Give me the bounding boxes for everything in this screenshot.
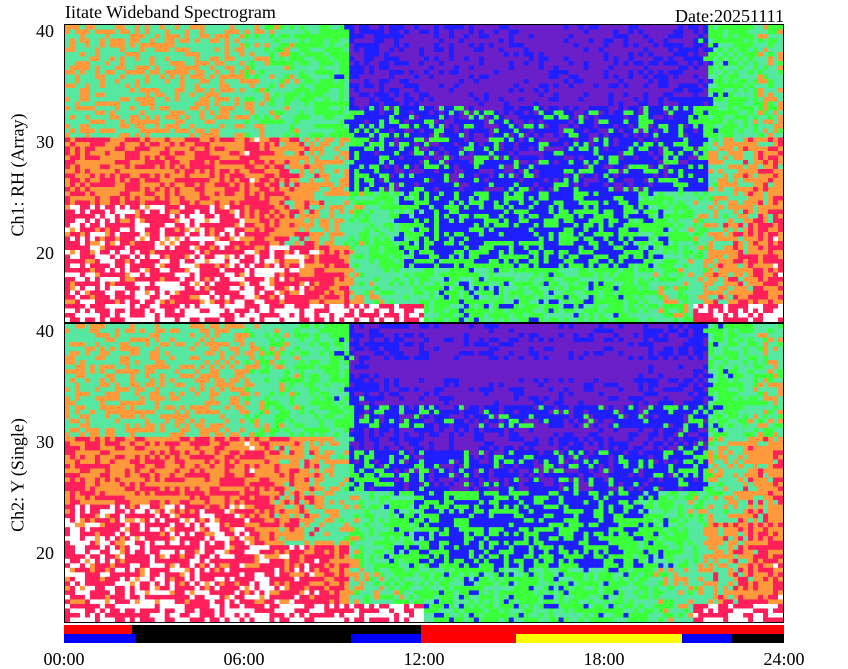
ch2-ytick-40: 40	[36, 321, 54, 341]
status-bar-bottom-segment-2	[350, 634, 421, 643]
spectrogram-ch2-svg	[65, 324, 783, 622]
status-bar-bottom-segment-4	[515, 634, 682, 643]
status-bar-bottom-segment-5	[682, 634, 732, 643]
ch1-ytick-40: 40	[36, 21, 54, 41]
xtick-1800: 18:00	[583, 649, 625, 669]
ch1-ytick-30: 30	[36, 132, 54, 152]
xtick-0600: 06:00	[223, 649, 265, 669]
status-bar-bottom-segment-1	[136, 634, 351, 643]
xtick-0000: 00:00	[43, 649, 85, 669]
status-bars	[64, 623, 784, 645]
ch2-ytick-20: 20	[36, 543, 54, 563]
chart-title: Iitate Wideband Spectrogram	[65, 2, 276, 22]
ch1-ytick-20: 20	[36, 243, 54, 263]
date-label: Date:20251111	[675, 6, 784, 26]
ch2-ytick-30: 30	[36, 432, 54, 452]
status-bar-bottom-segment-0	[64, 634, 136, 643]
spectrogram-ch1-svg	[65, 25, 783, 322]
status-bar-bottom-segment-6	[731, 634, 784, 643]
xtick-2400: 24:00	[763, 649, 805, 669]
spectrogram-ch1	[64, 24, 784, 323]
spectrogram-ch2	[64, 323, 784, 623]
status-bar-top-segment-0	[64, 625, 132, 634]
ch1-ylabel: Ch1: RH (Array)	[7, 113, 28, 237]
status-bar-bottom-segment-3	[421, 634, 516, 643]
xtick-1200: 12:00	[403, 649, 445, 669]
status-bar-top-segment-1	[131, 625, 421, 634]
status-bar-top-segment-2	[421, 625, 784, 634]
